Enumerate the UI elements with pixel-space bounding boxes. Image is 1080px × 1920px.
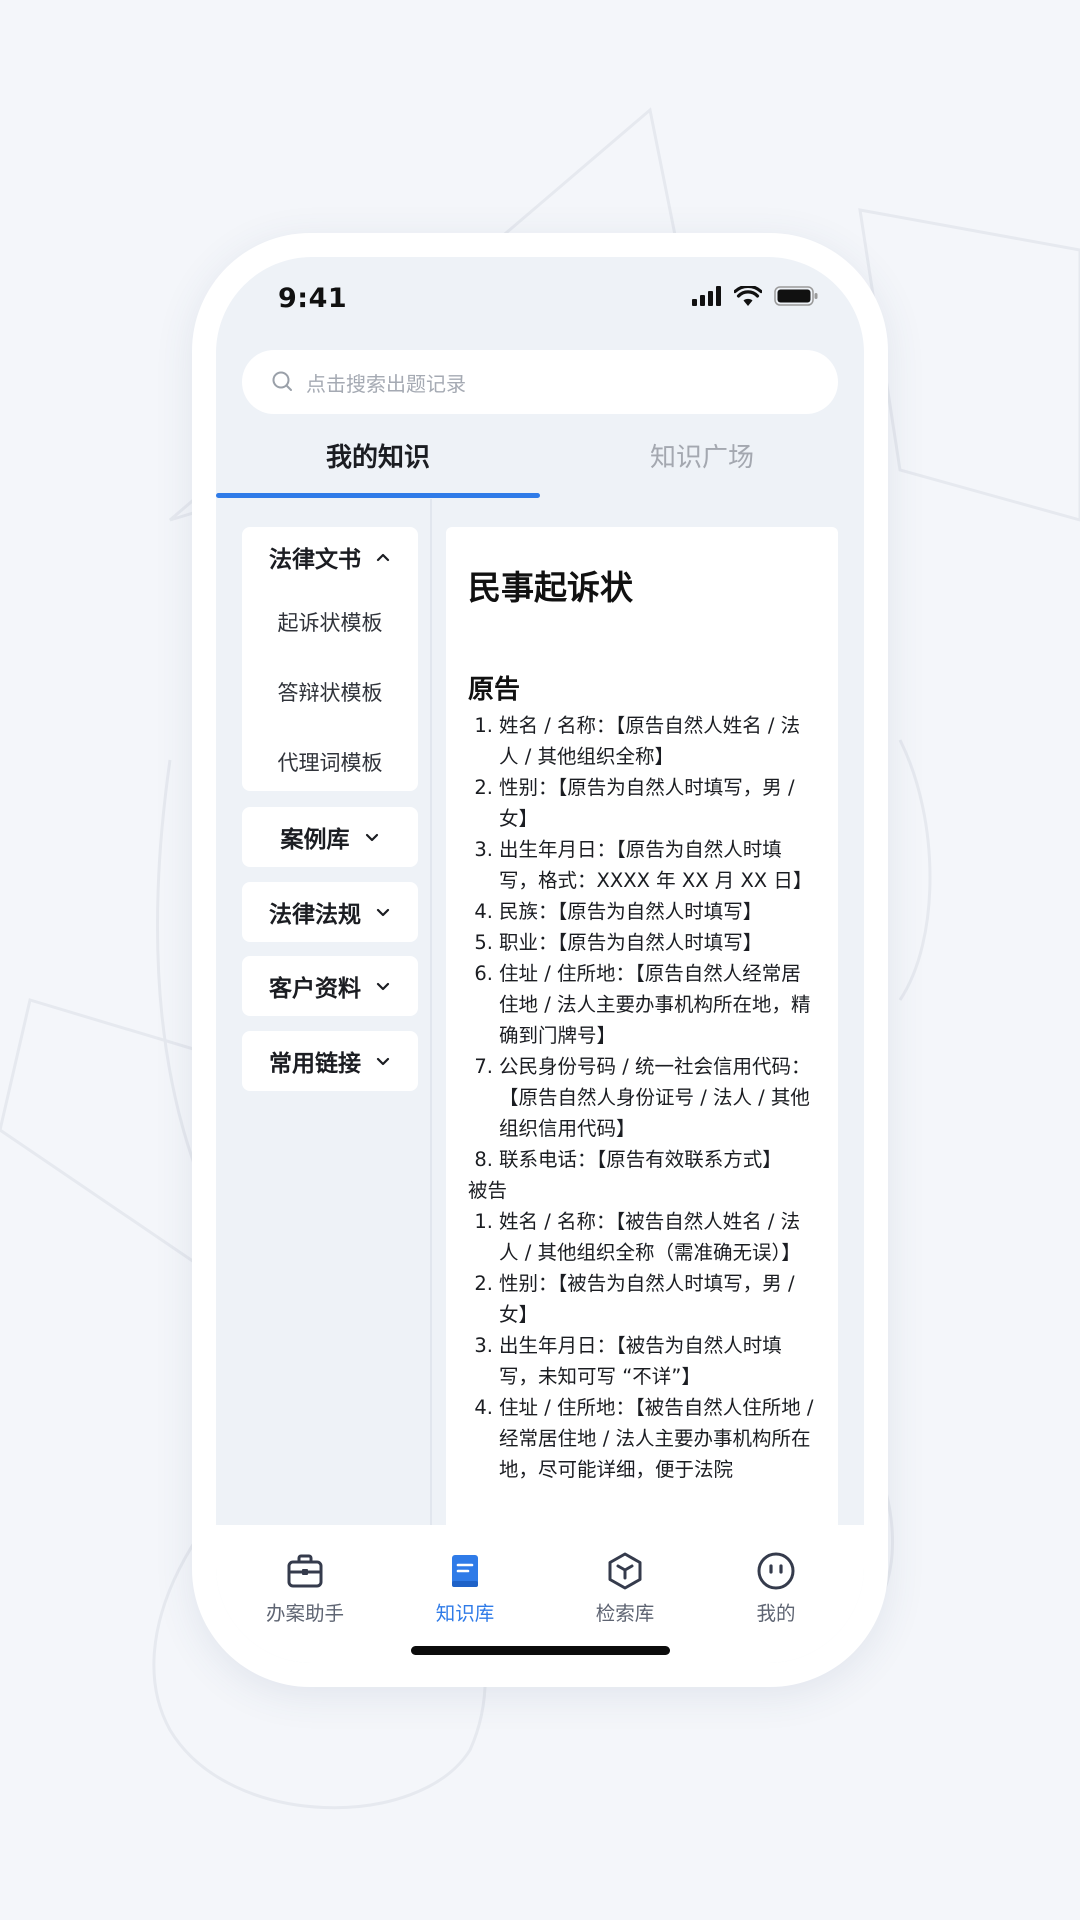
list-item-number: 2. [474,1272,493,1295]
sidebar-item-complaint-template[interactable]: 起诉状模板 [242,587,418,657]
list-item-number: 2. [474,776,493,799]
defendant-heading: 被告 [468,1179,508,1202]
chevron-down-icon [376,982,390,991]
chevron-down-icon [365,833,378,842]
plaintiff-list: 1. 姓名 / 名称：【原告自然人姓名 / 法人 / 其他组织全称】 2. 性别：【原… [468,710,818,1175]
list-item: 1. 姓名 / 名称：【原告自然人姓名 / 法人 / 其他组织全称】 [468,710,818,772]
tabbar-label: 我的 [756,1602,796,1625]
tab-knowledge-square[interactable]: 知识广场 [540,427,864,499]
chevron-up-icon [376,553,390,562]
list-item-text: 联系电话：【原告有效联系方式】 [499,1148,782,1171]
list-item-number: 3. [474,1334,493,1357]
list-item: 2. 性别：【原告为自然人时填写，男 / 女】 [468,772,818,834]
tabbar-label: 检索库 [595,1602,655,1625]
document-title: 民事起诉状 [468,568,633,607]
top-tabs: 我的知识 知识广场 [216,427,864,499]
list-item-text: 住址 / 住所地：【被告自然人住所地 / 经常居住地 / 法人主要办事机构所在地… [499,1396,814,1481]
list-item-number: 5. [474,931,493,954]
sidebar-group-header: 常用链接 [242,1031,418,1091]
tabbar-item-profile[interactable]: 我的 [716,1551,836,1626]
status-time: 9:41 [278,283,348,314]
plaintiff-heading: 原告 [468,675,521,705]
list-item: 3. 出生年月日：【被告为自然人时填写，未知可写 “不详”】 [468,1330,818,1392]
sidebar-divider [430,499,432,1529]
list-item-number: 6. [474,962,493,985]
document-panel[interactable]: 民事起诉状 原告 1. 姓名 / 名称：【原告自然人姓名 / 法人 / 其他组织全… [446,527,838,1537]
list-item: 4. 住址 / 住所地：【被告自然人住所地 / 经常居住地 / 法人主要办事机构所… [468,1392,818,1485]
sidebar-group-header: 法律法规 [242,882,418,942]
list-item-text: 出生年月日：【被告为自然人时填写，未知可写 “不详”】 [499,1334,782,1388]
list-item-text: 住址 / 住所地：【原告自然人经常居住地 / 法人主要办事机构所在地，精确到门牌… [499,962,811,1047]
tab-my-knowledge[interactable]: 我的知识 [216,427,540,499]
sidebar-group-label: 客户资料 [269,976,361,1002]
cellular-signal-icon [692,286,721,306]
sidebar-group-label: 常用链接 [269,1051,361,1077]
search-bar[interactable]: 点击搜索出题记录 [242,350,838,414]
list-item-text: 公民身份号码 / 统一社会信用代码：【原告自然人身份证号 / 法人 / 其他组织… [499,1055,811,1140]
list-item: 7. 公民身份号码 / 统一社会信用代码：【原告自然人身份证号 / 法人 / 其他… [468,1051,818,1144]
tabbar-item-search-library[interactable]: 检索库 [565,1551,685,1626]
sidebar-group-label: 案例库 [280,827,350,853]
list-item-number: 4. [474,900,493,923]
sidebar-item-agency-template[interactable]: 代理词模板 [242,727,418,797]
list-item-text: 姓名 / 名称：【被告自然人姓名 / 法人 / 其他组织全称（需准确无误）】 [499,1210,801,1264]
list-item-number: 8. [474,1148,493,1171]
chevron-down-icon [376,1057,390,1066]
list-item-text: 性别：【被告为自然人时填写，男 / 女】 [499,1272,795,1326]
search-placeholder: 点击搜索出题记录 [306,371,466,396]
list-item-text: 出生年月日：【原告为自然人时填写，格式：XXXX 年 XX 月 XX 日】 [499,838,813,892]
tabbar-item-knowledge-base[interactable]: 知识库 [405,1551,525,1626]
list-item: 3. 出生年月日：【原告为自然人时填写，格式：XXXX 年 XX 月 XX 日】 [468,834,818,896]
chevron-down-icon [376,908,390,917]
list-item-text: 民族：【原告为自然人时填写】 [499,900,763,923]
tabbar-item-case-assistant[interactable]: 办案助手 [245,1551,365,1626]
defendant-list: 1. 姓名 / 名称：【被告自然人姓名 / 法人 / 其他组织全称（需准确无误）】… [468,1206,818,1485]
list-item-number: 3. [474,838,493,861]
face-icon [757,1552,795,1590]
sidebar-item-defense-template[interactable]: 答辩状模板 [242,657,418,727]
list-item: 1. 姓名 / 名称：【被告自然人姓名 / 法人 / 其他组织全称（需准确无误）】 [468,1206,818,1268]
active-tab-indicator [216,493,540,498]
list-item-text: 职业：【原告为自然人时填写】 [499,931,763,954]
briefcase-icon [287,1554,323,1588]
sidebar-group-header: 案例库 [242,807,418,867]
list-item-number: 1. [474,1210,493,1233]
sidebar-group-links[interactable]: 常用链接 [242,1031,418,1091]
book-icon [452,1555,478,1587]
list-item: 4. 民族：【原告为自然人时填写】 [468,896,818,927]
list-item-text: 性别：【原告为自然人时填写，男 / 女】 [499,776,795,830]
sidebar-group-header[interactable]: 法律文书 [242,527,418,587]
tabbar-label: 办案助手 [265,1602,344,1625]
status-icons [692,286,818,306]
list-item: 2. 性别：【被告为自然人时填写，男 / 女】 [468,1268,818,1330]
wifi-icon [734,286,762,306]
sidebar-group-laws[interactable]: 法律法规 [242,882,418,942]
tabbar-label: 知识库 [435,1602,495,1625]
sidebar-group-label: 法律法规 [269,902,361,928]
sidebar-group-legal-documents: 法律文书 起诉状模板 答辩状模板 代理词模板 [242,527,418,791]
sidebar-group-header: 客户资料 [242,956,418,1016]
sidebar-group-label: 法律文书 [269,547,361,573]
home-indicator [411,1646,670,1655]
bottom-tab-bar: 办案助手 知识库 检索库 我的 [216,1525,864,1663]
list-item-number: 7. [474,1055,493,1078]
sidebar-group-clients[interactable]: 客户资料 [242,956,418,1016]
list-item-number: 1. [474,714,493,737]
list-item: 5. 职业：【原告为自然人时填写】 [468,927,818,958]
list-item: 6. 住址 / 住所地：【原告自然人经常居住地 / 法人主要办事机构所在地，精确到… [468,958,818,1051]
phone-screen: 9:41 点击搜索出题记录 我的知识 知识广场 法律文书 起诉状模板 答辩状模板… [216,257,864,1663]
list-item-text: 姓名 / 名称：【原告自然人姓名 / 法人 / 其他组织全称】 [499,714,801,768]
list-item: 8. 联系电话：【原告有效联系方式】 [468,1144,818,1175]
list-item-number: 4. [474,1396,493,1419]
sidebar-group-cases[interactable]: 案例库 [242,807,418,867]
battery-icon [774,286,818,306]
status-bar: 9:41 [216,257,864,337]
cube-icon [608,1552,642,1590]
search-icon [272,371,292,391]
